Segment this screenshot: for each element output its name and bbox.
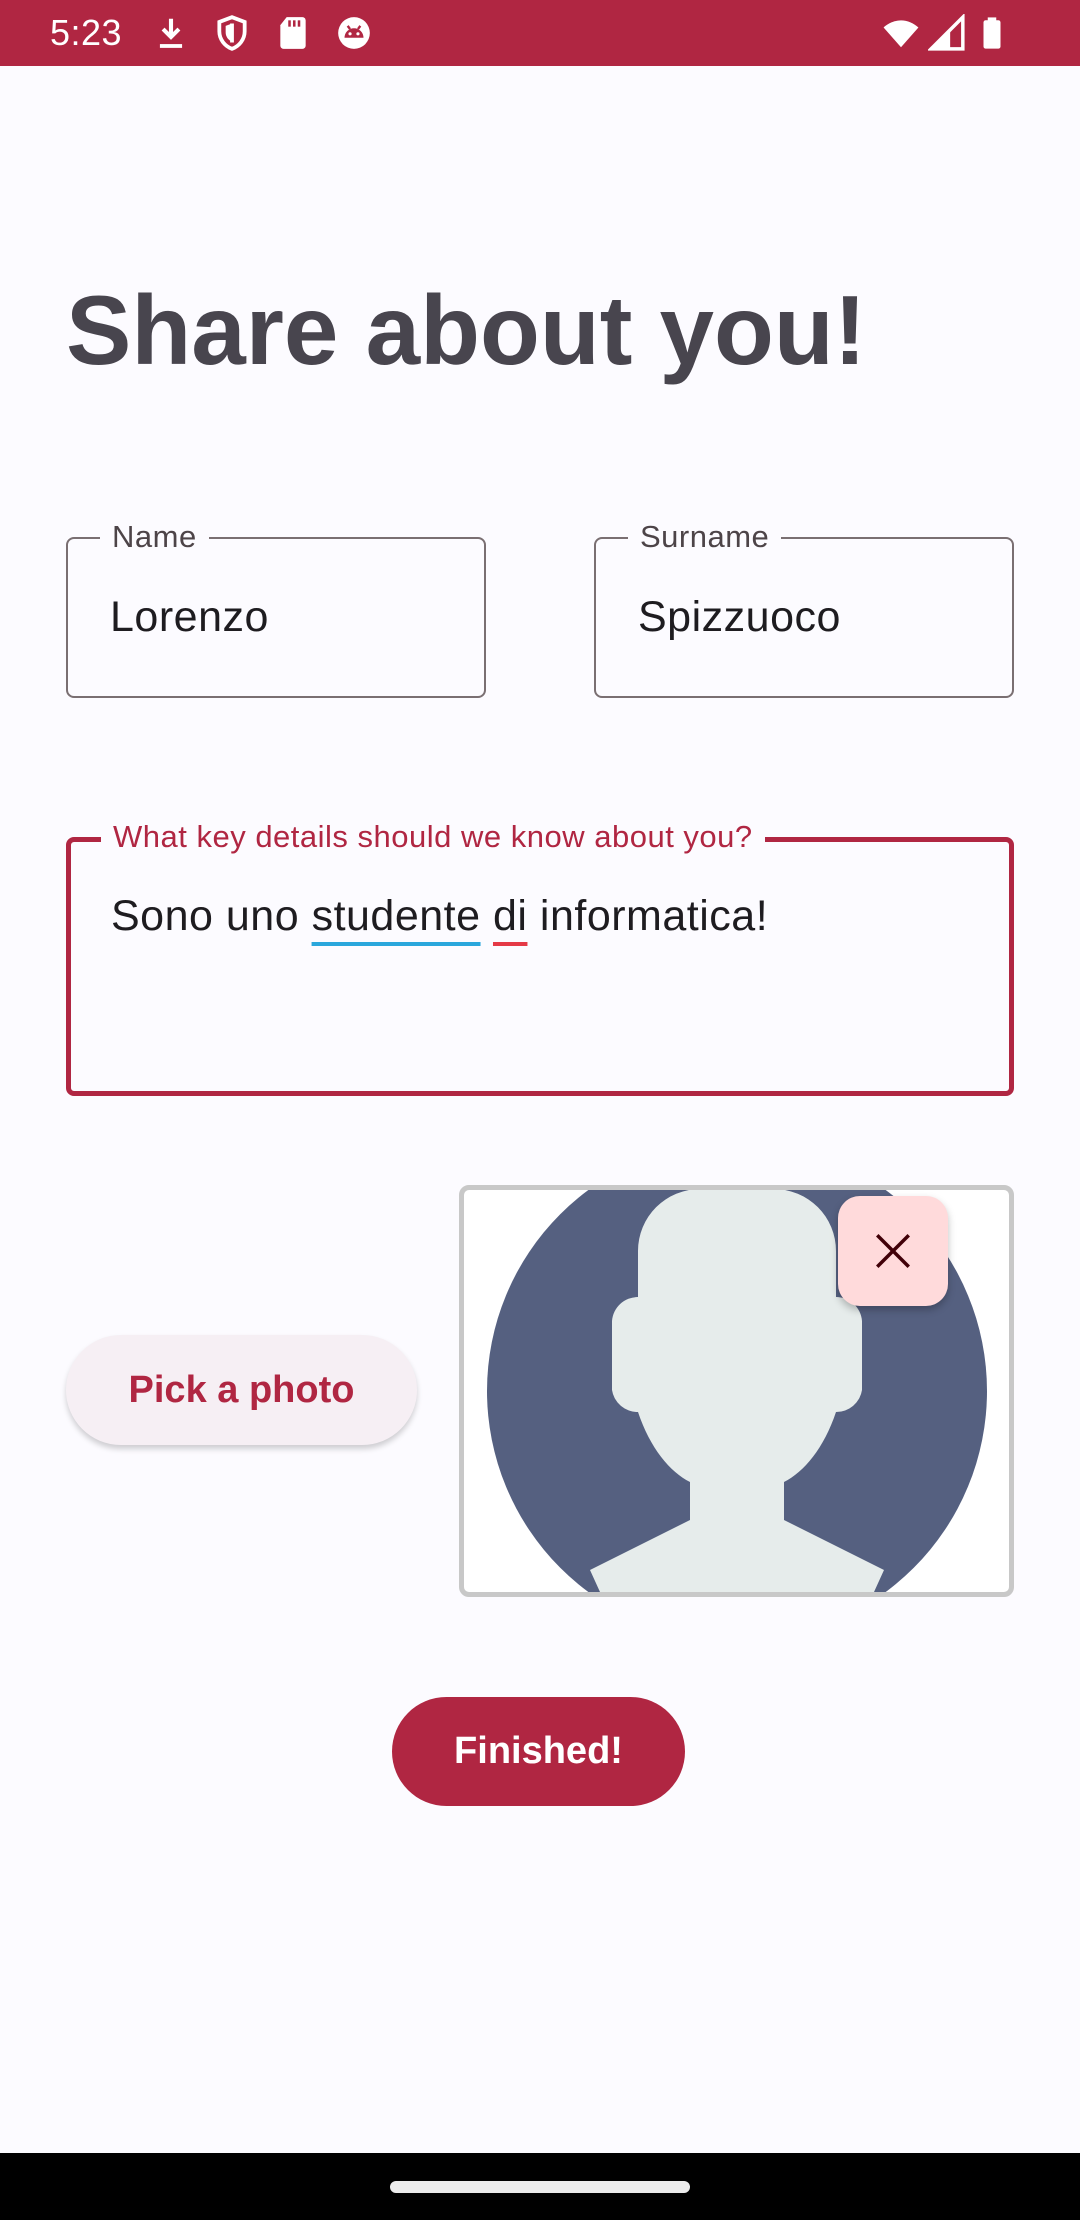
name-field-value[interactable]: Lorenzo (110, 593, 269, 642)
misspelled-word[interactable]: di (493, 892, 527, 940)
home-gesture-handle[interactable] (390, 2181, 690, 2193)
details-field-value[interactable]: Sono uno studente di informatica! (111, 892, 768, 941)
remove-photo-button[interactable] (838, 1196, 948, 1306)
battery-icon (975, 14, 1009, 52)
finished-button[interactable]: Finished! (392, 1697, 685, 1806)
signal-icon (928, 14, 966, 52)
details-field-label: What key details should we know about yo… (101, 819, 765, 855)
close-icon (876, 1234, 910, 1268)
shield-icon (213, 14, 251, 52)
details-text-part: Sono uno (111, 892, 312, 940)
surname-field[interactable]: Surname Spizzuoco (594, 519, 1014, 698)
status-bar: 5:23 (0, 0, 1080, 66)
wifi-icon (880, 14, 922, 52)
surname-field-label: Surname (628, 519, 782, 555)
name-field[interactable]: Name Lorenzo (66, 519, 486, 698)
name-field-label: Name (100, 519, 209, 555)
page-title: Share about you! (66, 275, 867, 385)
status-time: 5:23 (50, 12, 123, 53)
pick-photo-button[interactable]: Pick a photo (66, 1335, 417, 1445)
details-text-part: informatica! (527, 892, 769, 940)
download-icon (152, 14, 190, 52)
sd-card-icon (274, 14, 312, 52)
surname-field-value[interactable]: Spizzuoco (638, 593, 841, 642)
grammar-suggestion-word[interactable]: studente (312, 892, 481, 940)
details-field[interactable]: What key details should we know about yo… (66, 819, 1014, 1096)
android-debug-icon (335, 14, 373, 52)
details-text-part (481, 892, 493, 940)
